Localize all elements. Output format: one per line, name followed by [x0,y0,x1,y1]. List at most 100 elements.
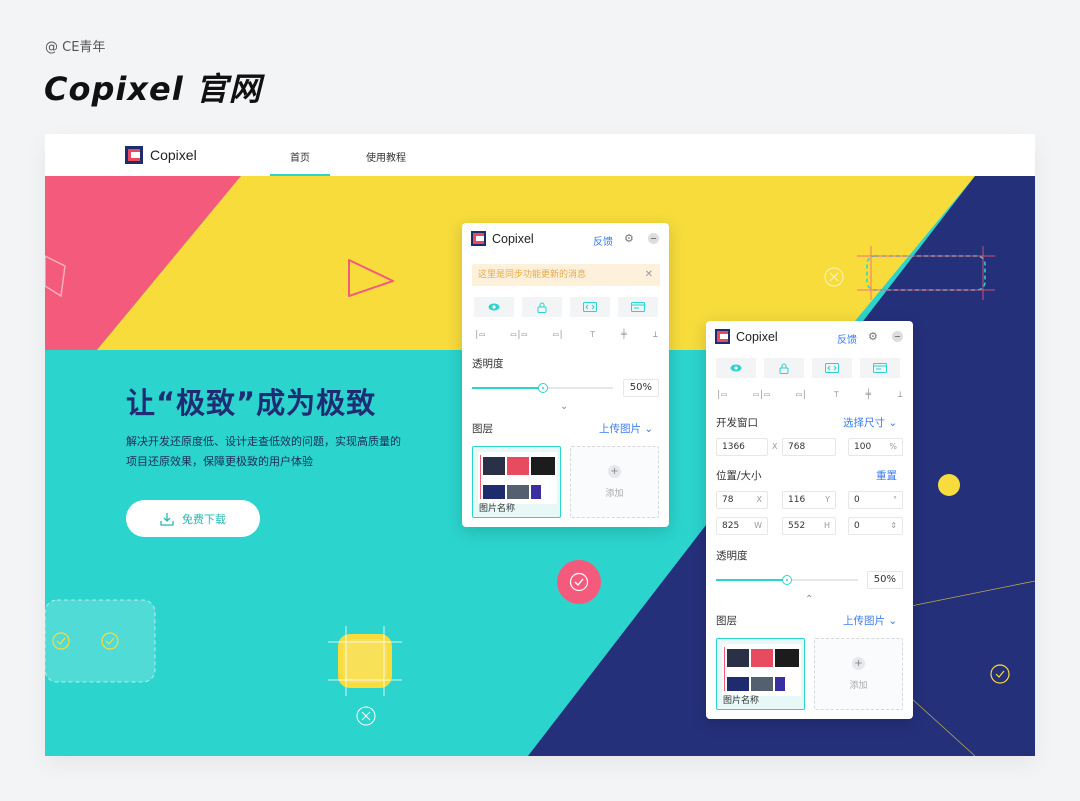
align-vcenter-icon[interactable]: ╪ [621,330,626,340]
download-button[interactable]: 免费下载 [126,500,260,537]
opacity-slider-knob[interactable] [537,383,548,393]
layer-name: 图片名称 [479,504,516,514]
nav-link-home[interactable]: 首页 [270,149,330,176]
lock-icon [537,302,547,313]
stepper-arrows-icon[interactable]: ⇕ [890,518,897,534]
nav-link-tutorial[interactable]: 使用教程 [366,149,406,164]
code-toggle[interactable] [570,297,610,317]
align-left-icon[interactable]: |▭ [474,330,485,340]
check-circle-badge [557,560,601,604]
add-layer-button[interactable]: + 添加 [814,638,903,710]
align-vcenter-icon[interactable]: ╪ [866,390,871,400]
download-label: 免费下载 [182,512,226,526]
copixel-logo-icon [715,329,730,344]
upload-image-link[interactable]: 上传图片 ⌄ [599,421,653,436]
visibility-toggle[interactable] [474,297,514,317]
gear-icon[interactable]: ⚙ [624,232,634,245]
notice-text: 这里是同步功能更新的消息 [478,270,587,280]
align-row: |▭ ▭|▭ ▭| ⊤ ╪ ⊥ [716,390,903,400]
code-toggle[interactable] [812,358,852,378]
site-logo[interactable]: Copixel [125,146,197,164]
position-x-input[interactable]: 78 X [716,491,768,509]
size-height-input[interactable]: 552 H [782,517,836,535]
add-layer-button[interactable]: + 添加 [570,446,659,518]
hero-description-line: 项目还原效果，保障更极致的用户体验 [126,455,313,468]
panel-brand: Copixel [715,329,778,344]
window-icon [873,363,887,373]
close-icon[interactable]: ✕ [645,264,653,286]
opacity-slider[interactable] [472,383,613,393]
position-y-value: 116 [788,495,806,505]
window-width-input[interactable]: 1366 [716,438,768,456]
expand-icon[interactable]: ⌄ [560,401,568,412]
window-icon [631,302,645,312]
plugin-panel-small: Copixel 反馈 ⚙ 这里是同步功能更新的消息 ✕ |▭ ▭|▭ ▭| ⊤ … [462,223,669,527]
opacity-input[interactable]: 50% [867,571,903,589]
opacity-slider[interactable] [716,575,858,585]
site-nav: Copixel 首页 使用教程 [45,134,1035,176]
align-hcenter-icon[interactable]: ▭|▭ [753,390,769,400]
size-width-value: 825 [722,521,740,531]
update-notice: 这里是同步功能更新的消息 ✕ [472,264,660,286]
add-label: 添加 [849,681,868,691]
size-width-input[interactable]: 825 W [716,517,768,535]
collapse-icon[interactable]: ⌃ [805,594,813,605]
window-toggle[interactable] [860,358,900,378]
chevron-down-icon: ⌄ [888,615,898,627]
layer-item[interactable]: 图片名称 [472,446,561,518]
stepper-input[interactable]: 0 ⇕ [848,517,903,535]
align-row: |▭ ▭|▭ ▭| ⊤ ╪ ⊥ [474,330,658,340]
minimize-icon[interactable] [892,331,903,342]
align-right-icon[interactable]: ▭| [553,330,564,340]
feedback-link[interactable]: 反馈 [593,233,613,248]
window-toggle[interactable] [618,297,658,317]
opacity-slider-fill [716,579,787,581]
position-y-unit: Y [825,495,830,504]
choose-size-dropdown[interactable]: 选择尺寸 ⌄ [843,415,897,430]
zoom-input[interactable]: 100 % [848,438,903,456]
align-right-icon[interactable]: ▭| [796,390,807,400]
align-bottom-icon[interactable]: ⊥ [898,390,903,400]
page-title: Copixel 官网 [44,70,262,108]
chevron-down-icon: ⌄ [888,417,898,429]
add-label: 添加 [605,489,624,499]
layer-name: 图片名称 [723,696,760,706]
size-separator: X [772,442,778,451]
position-size-label: 位置/大小 [716,470,762,482]
tool-row [474,297,658,317]
align-hcenter-icon[interactable]: ▭|▭ [511,330,527,340]
opacity-slider-knob[interactable] [782,575,792,585]
visibility-toggle[interactable] [716,358,756,378]
layer-item[interactable]: 图片名称 [716,638,805,710]
upload-image-label: 上传图片 [843,615,885,627]
opacity-label: 透明度 [716,550,748,562]
align-top-icon[interactable]: ⊤ [590,330,595,340]
feedback-link[interactable]: 反馈 [837,331,857,346]
opacity-label: 透明度 [472,358,504,370]
tool-row [716,358,900,378]
rotation-input[interactable]: 0 ° [848,491,903,509]
minimize-icon[interactable] [648,233,659,244]
eye-icon [488,303,500,311]
size-height-unit: H [823,521,830,530]
choose-size-label: 选择尺寸 [843,417,885,429]
opacity-input[interactable]: 50% [623,379,659,397]
position-y-input[interactable]: 116 Y [782,491,836,509]
check-icon [569,572,589,592]
panel-header: Copixel 反馈 ⚙ [462,223,669,255]
layers-label: 图层 [716,615,737,627]
lock-toggle[interactable] [764,358,804,378]
panel-brand: Copixel [471,231,534,246]
align-top-icon[interactable]: ⊤ [834,390,839,400]
align-left-icon[interactable]: |▭ [716,390,727,400]
align-bottom-icon[interactable]: ⊥ [653,330,658,340]
hero-description-line: 解决开发还原度低、设计走查低效的问题，实现高质量的 [126,435,401,448]
hero-headline: 让“极致”成为极致 [126,386,377,420]
reset-link[interactable]: 重置 [876,468,897,483]
code-icon [583,302,597,312]
gear-icon[interactable]: ⚙ [868,330,878,343]
lock-toggle[interactable] [522,297,562,317]
window-height-input[interactable]: 768 [782,438,836,456]
dev-window-label: 开发窗口 [716,417,758,429]
upload-image-link[interactable]: 上传图片 ⌄ [843,613,897,628]
